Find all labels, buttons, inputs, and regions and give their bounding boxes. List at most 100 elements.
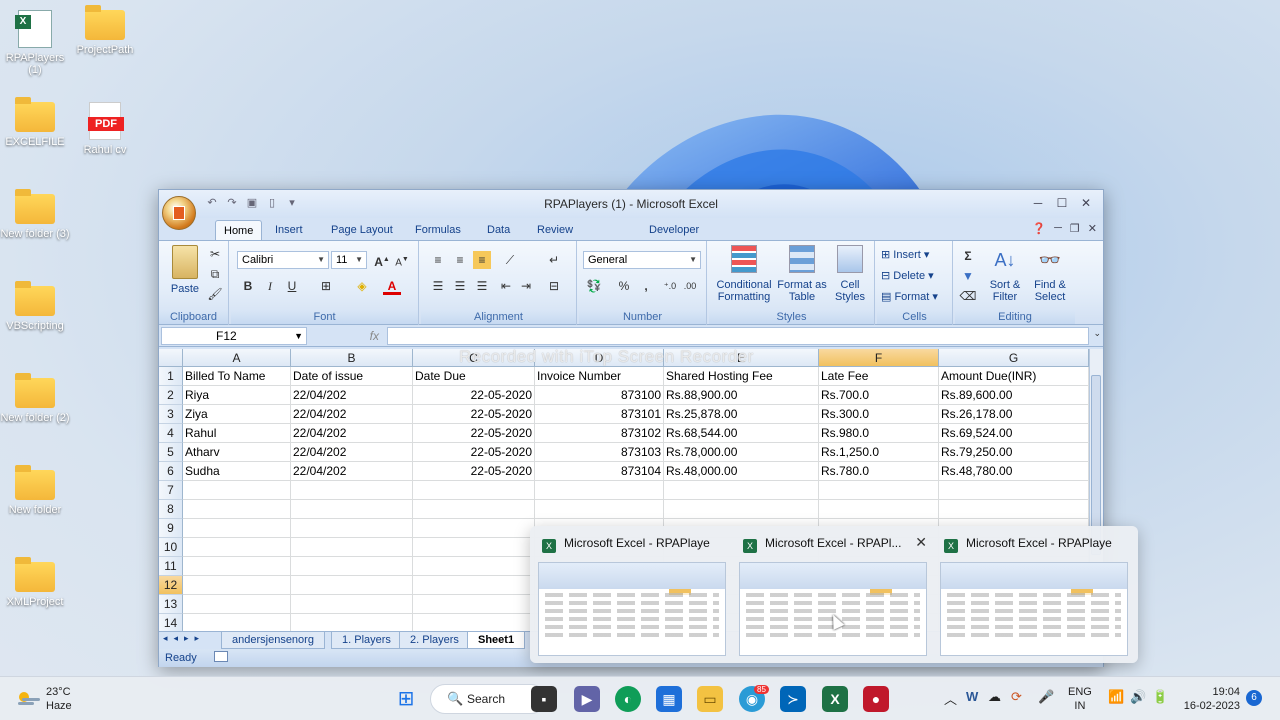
- word-tray-icon[interactable]: W: [966, 689, 978, 704]
- desktop-icon[interactable]: PDF Rahul cv: [70, 102, 140, 156]
- desktop-icon[interactable]: New folder (2): [0, 373, 70, 424]
- column-header[interactable]: B: [291, 349, 413, 367]
- font-name-combo[interactable]: Calibri ▼: [237, 251, 329, 269]
- font-color-icon[interactable]: A: [383, 277, 401, 295]
- table-cell[interactable]: 873102: [535, 424, 664, 443]
- table-cell[interactable]: 22-05-2020: [413, 424, 535, 443]
- battery-icon[interactable]: 🔋: [1152, 689, 1168, 705]
- ribbon-minimize-icon[interactable]: ─: [1054, 222, 1062, 235]
- column-header[interactable]: G: [939, 349, 1089, 367]
- table-cell[interactable]: 22-05-2020: [413, 443, 535, 462]
- table-cell[interactable]: Rs.78,000.00: [664, 443, 819, 462]
- table-cell[interactable]: Rs.69,524.00: [939, 424, 1089, 443]
- table-cell[interactable]: [664, 500, 819, 519]
- minimize-icon[interactable]: ─: [1027, 194, 1049, 212]
- insert-function-button[interactable]: fx: [309, 327, 385, 345]
- table-cell[interactable]: [183, 595, 291, 614]
- row-header[interactable]: 7: [159, 481, 183, 500]
- grow-font-icon[interactable]: A▲: [373, 251, 391, 269]
- tab-data[interactable]: Data: [479, 220, 518, 240]
- row-header[interactable]: 1: [159, 367, 183, 386]
- font-size-combo[interactable]: 11 ▼: [331, 251, 367, 269]
- select-all-corner[interactable]: [159, 349, 183, 367]
- fill-color-icon[interactable]: ◈: [353, 277, 371, 295]
- desktop-icon[interactable]: New folder (3): [0, 189, 70, 240]
- align-bottom-icon[interactable]: ≡: [473, 251, 491, 269]
- row-header[interactable]: 12: [159, 576, 183, 595]
- copy-icon[interactable]: ⧉: [206, 265, 224, 283]
- table-cell[interactable]: [183, 481, 291, 500]
- comma-button[interactable]: ,: [637, 277, 655, 295]
- table-cell[interactable]: [535, 481, 664, 500]
- table-cell[interactable]: Rs.88,900.00: [664, 386, 819, 405]
- format-cells-button[interactable]: ▤ Format ▾: [881, 291, 938, 303]
- format-as-table-button[interactable]: Format as Table: [777, 245, 827, 303]
- file-explorer-icon[interactable]: ▭: [697, 686, 723, 712]
- name-box[interactable]: F12 ▼: [161, 327, 307, 345]
- window-preview[interactable]: X Microsoft Excel - RPAPlayers (...: [936, 532, 1132, 658]
- table-cell[interactable]: [291, 557, 413, 576]
- macro-record-icon[interactable]: [213, 651, 228, 662]
- table-cell[interactable]: Rs.48,780.00: [939, 462, 1089, 481]
- underline-button[interactable]: U: [283, 277, 301, 295]
- table-cell[interactable]: [183, 576, 291, 595]
- table-cell[interactable]: [183, 538, 291, 557]
- row-header[interactable]: 5: [159, 443, 183, 462]
- orientation-icon[interactable]: ⟋: [501, 251, 519, 269]
- table-cell[interactable]: 22/04/202: [291, 424, 413, 443]
- microphone-icon[interactable]: 🎤: [1038, 689, 1054, 705]
- preview-close-icon[interactable]: ✕: [915, 534, 927, 551]
- restore-icon[interactable]: ❐: [1070, 222, 1080, 235]
- align-center-icon[interactable]: ☰: [451, 277, 469, 295]
- delete-cells-button[interactable]: ⊟ Delete ▾: [881, 270, 934, 282]
- table-cell[interactable]: Rs.780.0: [819, 462, 939, 481]
- shrink-font-icon[interactable]: A▼: [393, 251, 411, 269]
- table-cell[interactable]: [819, 481, 939, 500]
- row-header[interactable]: 8: [159, 500, 183, 519]
- window-preview[interactable]: X Microsoft Excel - RPAPl... ✕: [735, 532, 931, 658]
- table-cell[interactable]: Date of issue: [291, 367, 413, 386]
- table-cell[interactable]: [413, 557, 535, 576]
- table-cell[interactable]: [183, 500, 291, 519]
- sort-filter-button[interactable]: A↓ Sort & Filter: [985, 245, 1025, 303]
- table-cell[interactable]: Rs.68,544.00: [664, 424, 819, 443]
- currency-icon[interactable]: 💱: [585, 277, 603, 295]
- table-cell[interactable]: Rs.79,250.00: [939, 443, 1089, 462]
- sheet-nav-arrows-icon[interactable]: ◂◂▸▸: [163, 633, 205, 644]
- column-header[interactable]: A: [183, 349, 291, 367]
- table-cell[interactable]: [183, 519, 291, 538]
- row-header[interactable]: 14: [159, 614, 183, 631]
- italic-button[interactable]: I: [261, 277, 279, 295]
- help-icon[interactable]: ❓: [1032, 222, 1046, 235]
- table-cell[interactable]: Date Due: [413, 367, 535, 386]
- table-cell[interactable]: [939, 500, 1089, 519]
- table-cell[interactable]: [291, 538, 413, 557]
- row-header[interactable]: 13: [159, 595, 183, 614]
- bold-button[interactable]: B: [239, 277, 257, 295]
- teams-chat-icon[interactable]: ▶: [574, 686, 600, 712]
- table-cell[interactable]: 22/04/202: [291, 462, 413, 481]
- table-cell[interactable]: 22-05-2020: [413, 386, 535, 405]
- table-cell[interactable]: [183, 557, 291, 576]
- align-middle-icon[interactable]: ≡: [451, 251, 469, 269]
- table-cell[interactable]: 22-05-2020: [413, 462, 535, 481]
- table-cell[interactable]: [413, 481, 535, 500]
- decrease-decimal-icon[interactable]: .00: [681, 277, 699, 295]
- table-cell[interactable]: [291, 614, 413, 631]
- conditional-formatting-button[interactable]: Conditional Formatting: [713, 245, 775, 303]
- table-cell[interactable]: Rs.300.0: [819, 405, 939, 424]
- table-cell[interactable]: Rahul: [183, 424, 291, 443]
- clock[interactable]: 19:04 16-02-2023: [1180, 685, 1240, 713]
- desktop-icon[interactable]: VBScripting: [0, 281, 70, 332]
- excel-taskbar-icon[interactable]: X: [822, 686, 848, 712]
- format-painter-icon[interactable]: 🖌: [206, 285, 224, 303]
- borders-icon[interactable]: ⊞: [317, 277, 335, 295]
- table-cell[interactable]: [183, 614, 291, 631]
- table-cell[interactable]: [413, 538, 535, 557]
- row-header[interactable]: 9: [159, 519, 183, 538]
- paste-button[interactable]: Paste: [169, 245, 201, 295]
- table-cell[interactable]: Rs.26,178.00: [939, 405, 1089, 424]
- store-icon[interactable]: ▦: [656, 686, 682, 712]
- cell-styles-button[interactable]: Cell Styles: [829, 245, 871, 303]
- table-cell[interactable]: 22/04/202: [291, 443, 413, 462]
